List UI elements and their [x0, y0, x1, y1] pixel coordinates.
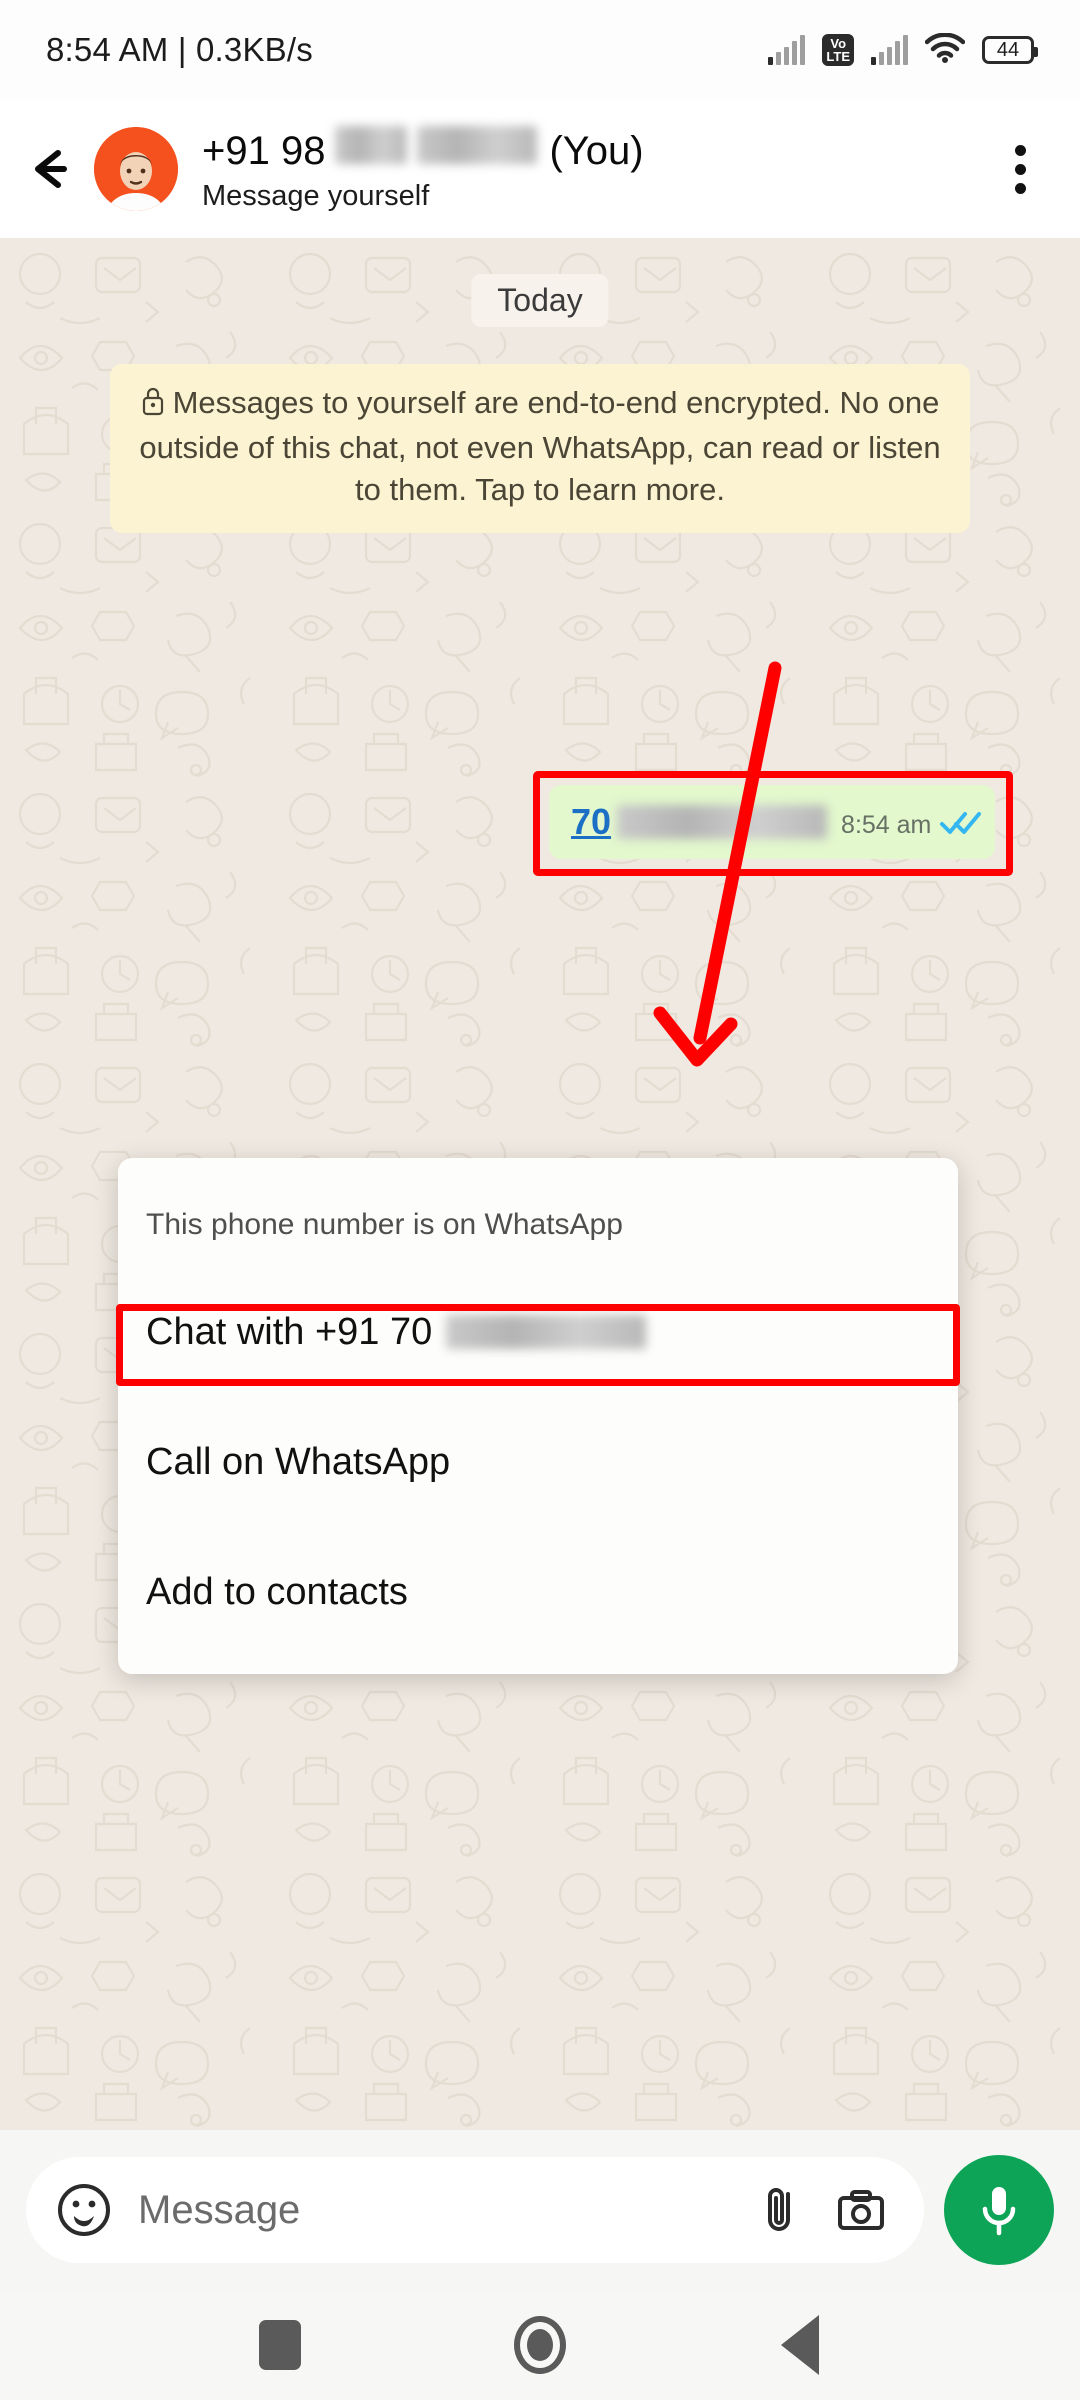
encryption-notice[interactable]: Messages to yourself are end-to-end encr…: [110, 364, 970, 533]
overflow-menu-icon[interactable]: [990, 127, 1050, 211]
message-input-field[interactable]: Message: [26, 2157, 924, 2263]
status-time-and-network-speed: 8:54 AM | 0.3KB/s: [46, 31, 313, 68]
battery-level-label: 44: [996, 38, 1020, 61]
message-timestamp: 8:54 am: [841, 811, 932, 839]
encryption-notice-text: Messages to yourself are end-to-end encr…: [139, 385, 941, 507]
popup-item-label: Add to contacts: [146, 1570, 408, 1613]
header-subtitle: Message yourself: [202, 179, 430, 212]
paperclip-attach-icon[interactable]: [754, 2182, 806, 2238]
popup-item-chat-with[interactable]: Chat with +91 70: [118, 1284, 958, 1380]
chat-header: +91 98 (You) Message yourself: [0, 100, 1080, 238]
voice-record-button[interactable]: [944, 2155, 1054, 2265]
double-check-read-icon: [939, 810, 982, 841]
phone-number-action-popup: This phone number is on WhatsApp Chat wi…: [118, 1158, 958, 1674]
redacted-number-part: [335, 125, 408, 164]
phone-number-link[interactable]: 70: [571, 801, 828, 843]
contact-number-prefix: +91 98: [202, 128, 326, 173]
page-title: +91 98 (You): [202, 125, 990, 174]
redacted-number-part: [446, 1315, 647, 1349]
back-arrow-icon[interactable]: [24, 141, 80, 197]
battery-icon: 44: [982, 36, 1038, 64]
popup-item-add-to-contacts[interactable]: Add to contacts: [118, 1544, 958, 1640]
message-input-bar: Message: [0, 2130, 1080, 2290]
popup-item-call-on-whatsapp[interactable]: Call on WhatsApp: [118, 1414, 958, 1510]
android-navigation-bar: [0, 2290, 1080, 2400]
message-bubble[interactable]: 70 8:54 am: [549, 785, 995, 859]
phone-link-visible-part: 70: [571, 801, 612, 842]
wifi-icon: [924, 32, 966, 68]
status-bar: 8:54 AM | 0.3KB/s Vo LTE 44: [0, 0, 1080, 100]
volte-label-bottom: LTE: [826, 49, 850, 64]
recents-square-icon[interactable]: [235, 2300, 325, 2390]
header-text-group[interactable]: +91 98 (You) Message yourself: [202, 125, 990, 213]
popup-item-label: Chat with +91 70: [146, 1310, 433, 1353]
back-triangle-icon[interactable]: [755, 2300, 845, 2390]
volte-icon: Vo LTE: [822, 34, 854, 66]
avatar[interactable]: [94, 127, 178, 211]
message-placeholder: Message: [138, 2187, 301, 2232]
status-icons-group: Vo LTE 44: [768, 32, 1038, 68]
popup-item-label: Call on WhatsApp: [146, 1440, 451, 1483]
whatsapp-chat-screen: 8:54 AM | 0.3KB/s Vo LTE 44 +91 98 (You)…: [0, 0, 1080, 2400]
redacted-number-part: [417, 125, 538, 164]
day-divider-chip: Today: [471, 274, 609, 327]
lock-icon: [141, 385, 165, 427]
popup-title: This phone number is on WhatsApp: [146, 1208, 623, 1241]
self-chat-suffix: (You): [549, 128, 644, 173]
redacted-number-part: [617, 805, 828, 839]
signal-bars-icon: [768, 35, 806, 65]
signal-bars-icon: [871, 35, 908, 65]
chat-message-area: Today Messages to yourself are end-to-en…: [0, 238, 1080, 2130]
sticker-emoji-icon[interactable]: [56, 2182, 112, 2238]
camera-icon[interactable]: [832, 2182, 890, 2238]
home-circle-icon[interactable]: [495, 2300, 585, 2390]
message-meta: 8:54 am: [841, 810, 982, 843]
